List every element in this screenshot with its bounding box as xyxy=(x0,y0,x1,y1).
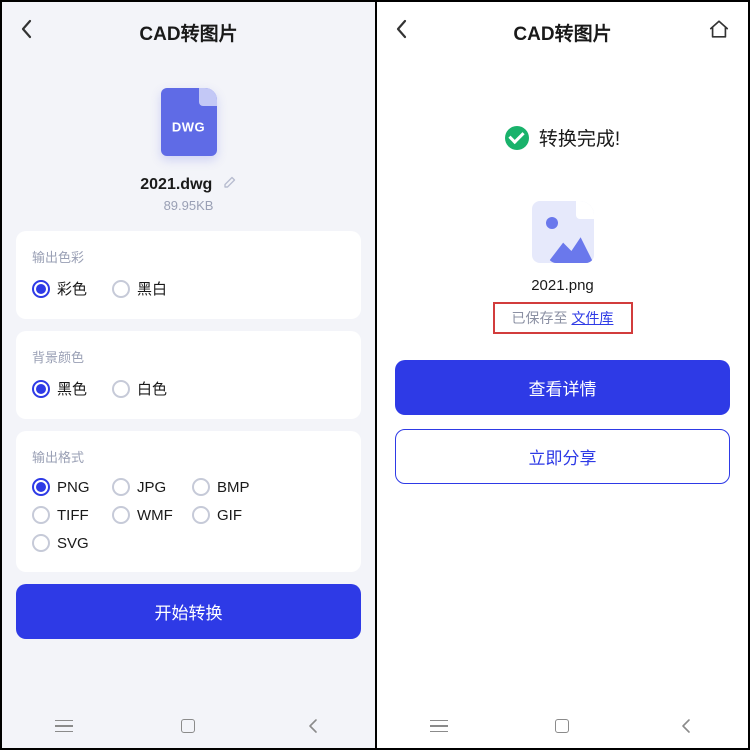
header: CAD转图片 xyxy=(377,2,748,62)
radio-label: GIF xyxy=(217,507,242,524)
radio-option[interactable]: JPG xyxy=(112,478,192,496)
radio-icon xyxy=(112,506,130,524)
radio-label: 黑色 xyxy=(57,378,87,399)
radio-label: 白色 xyxy=(137,378,167,399)
radio-option[interactable]: PNG xyxy=(32,478,112,496)
radio-option[interactable]: 白色 xyxy=(112,378,192,399)
radio-icon xyxy=(32,280,50,298)
file-name: 2021.dwg xyxy=(140,176,212,193)
dwg-file-icon: DWG xyxy=(161,88,217,156)
nav-back-icon[interactable] xyxy=(676,716,696,736)
radio-icon xyxy=(32,506,50,524)
output-format-label: 输出格式 xyxy=(32,447,345,466)
conversion-done-row: 转换完成! xyxy=(395,124,730,151)
share-button[interactable]: 立即分享 xyxy=(395,429,730,484)
view-details-button[interactable]: 查看详情 xyxy=(395,360,730,415)
android-navbar xyxy=(377,704,748,748)
result-pane: CAD转图片 转换完成! 2021.png 已保存至 文件库 查看详情 立即分享 xyxy=(375,2,748,748)
page-title: CAD转图片 xyxy=(139,19,237,46)
radio-icon xyxy=(32,534,50,552)
success-check-icon xyxy=(505,126,529,150)
header: CAD转图片 xyxy=(2,2,375,62)
radio-option[interactable]: 彩色 xyxy=(32,278,112,299)
edit-filename-icon[interactable] xyxy=(223,175,237,194)
radio-label: 彩色 xyxy=(57,278,87,299)
background-color-options: 黑色 白色 xyxy=(32,378,345,409)
back-icon[interactable] xyxy=(20,19,34,45)
background-color-label: 背景颜色 xyxy=(32,347,345,366)
file-library-link[interactable]: 文件库 xyxy=(571,310,613,326)
radio-option[interactable]: SVG xyxy=(32,534,112,552)
radio-label: PNG xyxy=(57,479,90,496)
page-title: CAD转图片 xyxy=(513,19,611,46)
nav-recent-icon[interactable] xyxy=(54,716,74,736)
back-icon[interactable] xyxy=(395,19,409,45)
radio-icon xyxy=(192,478,210,496)
done-text: 转换完成! xyxy=(539,124,620,151)
radio-label: JPG xyxy=(137,479,166,496)
radio-option[interactable]: BMP xyxy=(192,478,272,496)
output-color-label: 输出色彩 xyxy=(32,247,345,266)
output-color-options: 彩色 黑白 xyxy=(32,278,345,309)
radio-label: WMF xyxy=(137,507,173,524)
output-file-name: 2021.png xyxy=(395,277,730,294)
radio-icon xyxy=(112,280,130,298)
radio-icon xyxy=(112,380,130,398)
file-size: 89.95KB xyxy=(16,198,361,213)
radio-option[interactable]: TIFF xyxy=(32,506,112,524)
home-icon[interactable] xyxy=(708,19,730,46)
radio-icon xyxy=(32,478,50,496)
radio-label: TIFF xyxy=(57,507,89,524)
radio-icon xyxy=(192,506,210,524)
start-convert-button[interactable]: 开始转换 xyxy=(16,584,361,639)
background-color-card: 背景颜色 黑色 白色 xyxy=(16,331,361,419)
android-navbar xyxy=(2,704,375,748)
file-info: DWG 2021.dwg 89.95KB xyxy=(16,62,361,231)
saved-prefix: 已保存至 xyxy=(512,310,572,326)
output-format-options: PNG JPG BMP TIFF WMF GIF SVG xyxy=(32,478,345,562)
nav-home-icon[interactable] xyxy=(552,716,572,736)
radio-option[interactable]: 黑白 xyxy=(112,278,192,299)
nav-back-icon[interactable] xyxy=(303,716,323,736)
radio-label: SVG xyxy=(57,535,89,552)
radio-label: BMP xyxy=(217,479,250,496)
output-color-card: 输出色彩 彩色 黑白 xyxy=(16,231,361,319)
nav-recent-icon[interactable] xyxy=(429,716,449,736)
nav-home-icon[interactable] xyxy=(178,716,198,736)
settings-pane: CAD转图片 DWG 2021.dwg 89.95KB 输出色彩 彩色 黑白 xyxy=(2,2,375,748)
radio-icon xyxy=(112,478,130,496)
saved-location-row: 已保存至 文件库 xyxy=(493,302,633,334)
radio-label: 黑白 xyxy=(137,278,167,299)
radio-option[interactable]: WMF xyxy=(112,506,192,524)
image-file-icon xyxy=(532,201,594,263)
radio-option[interactable]: 黑色 xyxy=(32,378,112,399)
radio-icon xyxy=(32,380,50,398)
radio-option[interactable]: GIF xyxy=(192,506,272,524)
output-format-card: 输出格式 PNG JPG BMP TIFF WMF GIF SVG xyxy=(16,431,361,572)
